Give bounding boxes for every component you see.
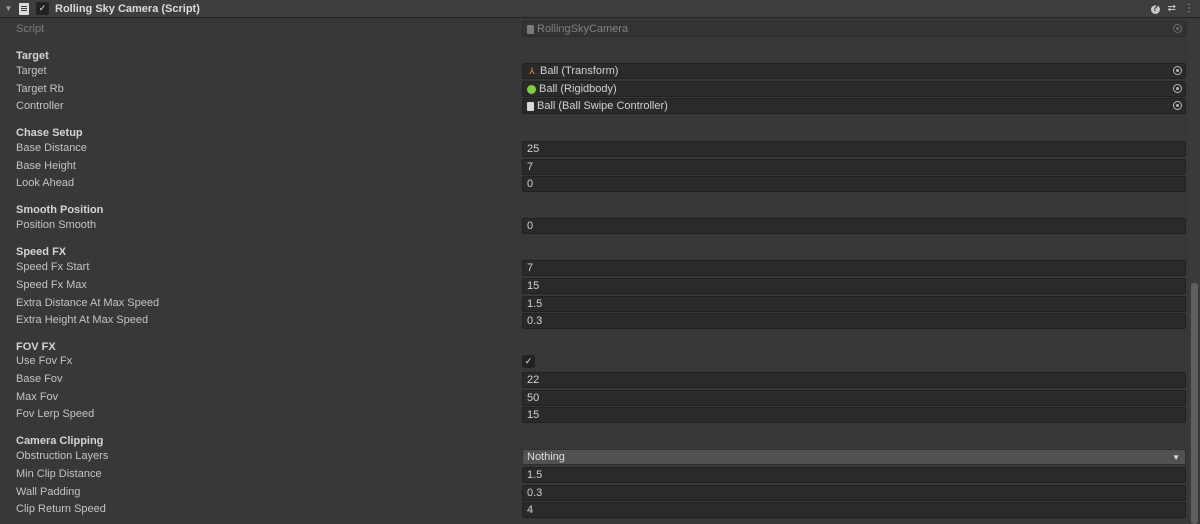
base-height-label: Base Height — [16, 160, 76, 172]
script-label: Script — [16, 23, 45, 35]
object-picker-icon[interactable] — [1173, 66, 1182, 75]
chevron-down-icon: ▼ — [1172, 453, 1180, 462]
max-fov-label: Max Fov — [16, 391, 59, 403]
base-distance-label: Base Distance — [16, 142, 87, 154]
controller-field[interactable]: Ball (Ball Swipe Controller) — [522, 98, 1186, 114]
wall-padding-label: Wall Padding — [16, 486, 81, 498]
base-fov-field[interactable]: 22 — [522, 372, 1186, 388]
help-icon[interactable]: ? — [1150, 4, 1160, 14]
base-fov-label: Base Fov — [16, 373, 63, 385]
target-rb-label: Target Rb — [16, 83, 64, 95]
object-picker-icon[interactable] — [1173, 84, 1182, 93]
clip-return-speed-label: Clip Return Speed — [16, 503, 106, 515]
object-picker-icon — [1173, 24, 1182, 33]
min-clip-distance-field[interactable]: 1.5 — [522, 467, 1186, 483]
target-field-value: Ball (Transform) — [540, 65, 619, 77]
speed-fx-max-label: Speed Fx Max — [16, 279, 87, 291]
extra-distance-label: Extra Distance At Max Speed — [16, 297, 160, 309]
base-height-field[interactable]: 7 — [522, 159, 1186, 175]
script-field-value: RollingSkyCamera — [537, 23, 629, 35]
transform-icon: ⅄ — [529, 65, 535, 76]
component-header: ▼ ✓ Rolling Sky Camera (Script) ? ⇄ ⋮ — [0, 0, 1200, 18]
fov-lerp-speed-field[interactable]: 15 — [522, 407, 1186, 423]
script-icon — [527, 101, 534, 111]
object-picker-icon[interactable] — [1173, 101, 1182, 110]
speed-fx-start-label: Speed Fx Start — [16, 261, 90, 273]
presets-icon[interactable]: ⇄ — [1168, 4, 1176, 14]
use-fov-fx-label: Use Fov Fx — [16, 355, 73, 367]
target-label: Target — [16, 65, 47, 77]
position-smooth-field[interactable]: 0 — [522, 218, 1186, 234]
component-title: Rolling Sky Camera (Script) — [55, 2, 200, 15]
header-actions: ? ⇄ ⋮ — [1150, 0, 1194, 18]
look-ahead-label: Look Ahead — [16, 177, 75, 189]
target-rb-field[interactable]: Ball (Rigidbody) — [522, 81, 1186, 97]
position-smooth-label: Position Smooth — [16, 219, 97, 231]
use-fov-fx-checkbox[interactable]: ✓ — [522, 355, 535, 368]
target-field[interactable]: ⅄ Ball (Transform) — [522, 63, 1186, 79]
target-rb-field-value: Ball (Rigidbody) — [539, 83, 617, 95]
obstruction-layers-dropdown[interactable]: Nothing ▼ — [522, 449, 1186, 465]
controller-label: Controller — [16, 100, 64, 112]
foldout-arrow-icon[interactable]: ▼ — [4, 4, 13, 13]
more-menu-icon[interactable]: ⋮ — [1184, 4, 1194, 14]
max-fov-field[interactable]: 50 — [522, 390, 1186, 406]
speed-fx-start-field[interactable]: 7 — [522, 260, 1186, 276]
wall-padding-field[interactable]: 0.3 — [522, 485, 1186, 501]
min-clip-distance-label: Min Clip Distance — [16, 468, 102, 480]
script-file-icon — [527, 24, 534, 34]
script-component-icon — [19, 2, 29, 15]
look-ahead-field[interactable]: 0 — [522, 176, 1186, 192]
obstruction-layers-value: Nothing — [527, 451, 565, 463]
component-enabled-checkbox[interactable]: ✓ — [36, 2, 49, 15]
extra-height-label: Extra Height At Max Speed — [16, 314, 149, 326]
rigidbody-icon — [527, 84, 536, 94]
base-distance-field[interactable]: 25 — [522, 141, 1186, 157]
fov-lerp-speed-label: Fov Lerp Speed — [16, 408, 95, 420]
extra-distance-field[interactable]: 1.5 — [522, 296, 1186, 312]
speed-fx-max-field[interactable]: 15 — [522, 278, 1186, 294]
scrollbar-thumb[interactable] — [1191, 283, 1198, 524]
script-field: RollingSkyCamera — [522, 21, 1186, 37]
obstruction-layers-label: Obstruction Layers — [16, 450, 109, 462]
clip-return-speed-field[interactable]: 4 — [522, 502, 1186, 518]
extra-height-field[interactable]: 0.3 — [522, 313, 1186, 329]
controller-field-value: Ball (Ball Swipe Controller) — [537, 100, 668, 112]
